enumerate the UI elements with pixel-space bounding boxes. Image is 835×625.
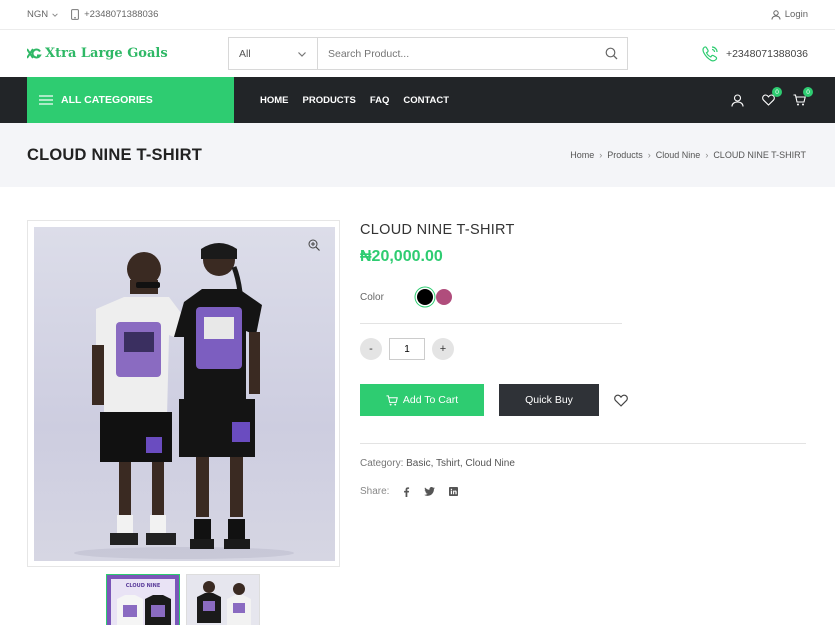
divider [360, 443, 806, 444]
divider [360, 323, 622, 324]
all-categories-label: ALL CATEGORIES [61, 94, 153, 106]
page-title: CLOUD NINE T-SHIRT [27, 145, 203, 164]
thumbnail-1-label: CLOUD NINE [126, 583, 161, 589]
mobile-phone-icon [71, 9, 80, 20]
chevron-down-icon [298, 51, 306, 57]
header-phone[interactable]: +2348071388036 [700, 44, 808, 64]
product-price: ₦20,000.00 [360, 248, 443, 265]
login-label: Login [784, 9, 808, 20]
top-bar: NGN +2348071388036 Login [0, 0, 835, 30]
top-phone: +2348071388036 [71, 9, 158, 20]
heart-icon [761, 94, 775, 106]
nav-item-products[interactable]: PRODUCTS [303, 95, 356, 106]
logo-mark-icon [27, 48, 42, 59]
quick-buy-button[interactable]: Quick Buy [499, 384, 599, 416]
currency-label: NGN [27, 9, 49, 20]
linkedin-icon[interactable] [449, 487, 459, 496]
breadcrumb: Home › Products › Cloud Nine › CLOUD NIN… [570, 150, 806, 160]
nav-item-contact[interactable]: CONTACT [403, 95, 449, 106]
product-photo-illustration [74, 243, 294, 559]
phone-call-icon [702, 45, 718, 61]
breadcrumb-cloud-nine[interactable]: Cloud Nine [656, 150, 701, 160]
wishlist-button[interactable]: 0 [761, 87, 782, 107]
main-header: Xtra Large Goals All +2348071388036 [0, 30, 835, 77]
category-values[interactable]: Basic, Tshirt, Cloud Nine [406, 458, 515, 469]
quantity-input[interactable] [389, 338, 425, 360]
main-navigation: ALL CATEGORIES HOME PRODUCTS FAQ CONTACT… [0, 77, 835, 123]
zoom-button[interactable] [308, 239, 320, 254]
share-label: Share: [360, 486, 390, 497]
wishlist-count-badge: 0 [772, 87, 782, 97]
breadcrumb-current: CLOUD NINE T-SHIRT [713, 150, 806, 160]
twitter-icon[interactable] [424, 487, 436, 496]
color-swatch-pink[interactable] [436, 289, 452, 305]
search-icon [605, 47, 617, 60]
color-selector: Color [360, 289, 455, 305]
color-swatch-black[interactable] [417, 289, 433, 305]
breadcrumb-products[interactable]: Products [607, 150, 643, 160]
search-category-select[interactable]: All [229, 38, 318, 69]
add-to-wishlist-button[interactable] [614, 393, 628, 407]
quantity-decrease-button[interactable]: - [360, 338, 382, 360]
thumbnail-1-image: CLOUD NINE [107, 575, 179, 625]
facebook-icon[interactable] [403, 486, 410, 497]
search-input[interactable] [318, 38, 595, 69]
nav-item-home[interactable]: HOME [260, 95, 289, 106]
all-categories-button[interactable]: ALL CATEGORIES [27, 77, 234, 123]
nav-item-faq[interactable]: FAQ [370, 95, 390, 106]
zoom-in-icon [308, 239, 320, 251]
cart-icon [386, 394, 398, 406]
login-link[interactable]: Login [771, 9, 808, 20]
breadcrumb-separator-icon: › [647, 150, 651, 160]
search-category-value: All [239, 47, 251, 60]
thumbnail-2-image [187, 575, 259, 625]
chevron-down-icon [52, 12, 58, 17]
account-button[interactable] [730, 93, 744, 107]
user-icon [771, 9, 781, 20]
share-row: Share: [360, 486, 459, 497]
nav-icons: 0 0 [730, 87, 813, 107]
nav-menu: HOME PRODUCTS FAQ CONTACT [260, 95, 449, 106]
header-phone-number: +2348071388036 [725, 47, 808, 60]
thumbnail-1[interactable]: CLOUD NINE [106, 574, 180, 625]
user-icon [730, 93, 744, 107]
page-title-band: CLOUD NINE T-SHIRT Home › Products › Clo… [0, 123, 835, 187]
search-button[interactable] [595, 38, 627, 69]
breadcrumb-separator-icon: › [599, 150, 603, 160]
cart-count-badge: 0 [803, 87, 813, 97]
thumbnail-2[interactable] [186, 574, 260, 625]
logo-text: Xtra Large Goals [45, 46, 168, 61]
product-main-image[interactable] [34, 227, 335, 561]
site-logo[interactable]: Xtra Large Goals [27, 46, 228, 61]
quantity-increase-button[interactable]: + [432, 338, 454, 360]
thumbnail-strip: CLOUD NINE [106, 574, 260, 625]
currency-selector[interactable]: NGN [27, 9, 59, 20]
quantity-stepper: - + [360, 338, 454, 360]
search-bar: All [228, 37, 628, 70]
color-label: Color [360, 291, 384, 303]
product-title: CLOUD NINE T-SHIRT [360, 222, 515, 238]
add-to-cart-button[interactable]: Add To Cart [360, 384, 484, 416]
cart-button[interactable]: 0 [792, 87, 813, 107]
product-gallery [27, 220, 340, 567]
hamburger-menu-icon [39, 95, 53, 105]
add-to-cart-label: Add To Cart [402, 394, 459, 406]
product-category: Category: Basic, Tshirt, Cloud Nine [360, 458, 515, 469]
breadcrumb-separator-icon: › [705, 150, 709, 160]
top-phone-number: +2348071388036 [84, 9, 159, 20]
quick-buy-label: Quick Buy [525, 394, 573, 406]
category-label: Category: [360, 458, 404, 469]
cart-icon [793, 94, 806, 106]
purchase-actions: Add To Cart Quick Buy [360, 384, 628, 416]
heart-icon [614, 394, 628, 407]
breadcrumb-home[interactable]: Home [570, 150, 594, 160]
